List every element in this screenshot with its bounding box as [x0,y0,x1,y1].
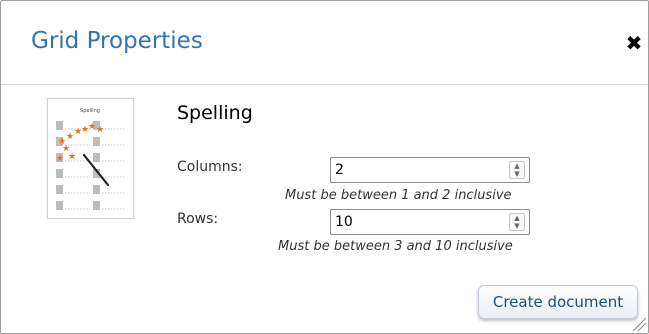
svg-text:★: ★ [68,152,76,162]
document-thumbnail: Spelling ★ ★ ★ ★ ★ ★ ★ ★ ★ [47,98,134,219]
dialog-header: Grid Properties ✖ [1,1,648,85]
columns-hint: Must be between 1 and 2 inclusive [285,188,512,203]
create-document-button[interactable]: Create document [478,285,638,319]
close-icon[interactable]: ✖ [624,31,644,55]
dialog-title: Grid Properties [31,28,203,54]
rows-spinner[interactable]: ▲ ▼ [509,213,525,231]
chevron-down-icon[interactable]: ▼ [510,222,524,230]
rows-stepper[interactable]: ▲ ▼ [330,209,530,235]
thumbnail-title: Spelling [80,108,100,114]
thumbnail-illustration: Spelling ★ ★ ★ ★ ★ ★ ★ ★ ★ [56,108,126,210]
columns-spinner[interactable]: ▲ ▼ [509,161,525,179]
svg-text:★: ★ [88,122,96,132]
rows-input[interactable] [335,213,505,231]
columns-input[interactable] [335,161,505,179]
columns-label: Columns: [177,159,243,175]
chevron-down-icon[interactable]: ▼ [510,170,524,178]
resize-grip-icon[interactable] [629,314,647,332]
grid-properties-dialog: Grid Properties ✖ Spelling ★ ★ ★ ★ ★ ★ ★… [0,0,649,334]
svg-text:★: ★ [66,132,74,142]
chevron-up-icon[interactable]: ▲ [510,214,524,222]
rows-label: Rows: [177,211,219,227]
columns-stepper[interactable]: ▲ ▼ [330,157,530,183]
rows-hint: Must be between 3 and 10 inclusive [278,239,513,254]
document-name: Spelling [177,102,253,124]
chevron-up-icon[interactable]: ▲ [510,162,524,170]
svg-text:★: ★ [96,125,104,135]
svg-text:★: ★ [56,154,64,164]
